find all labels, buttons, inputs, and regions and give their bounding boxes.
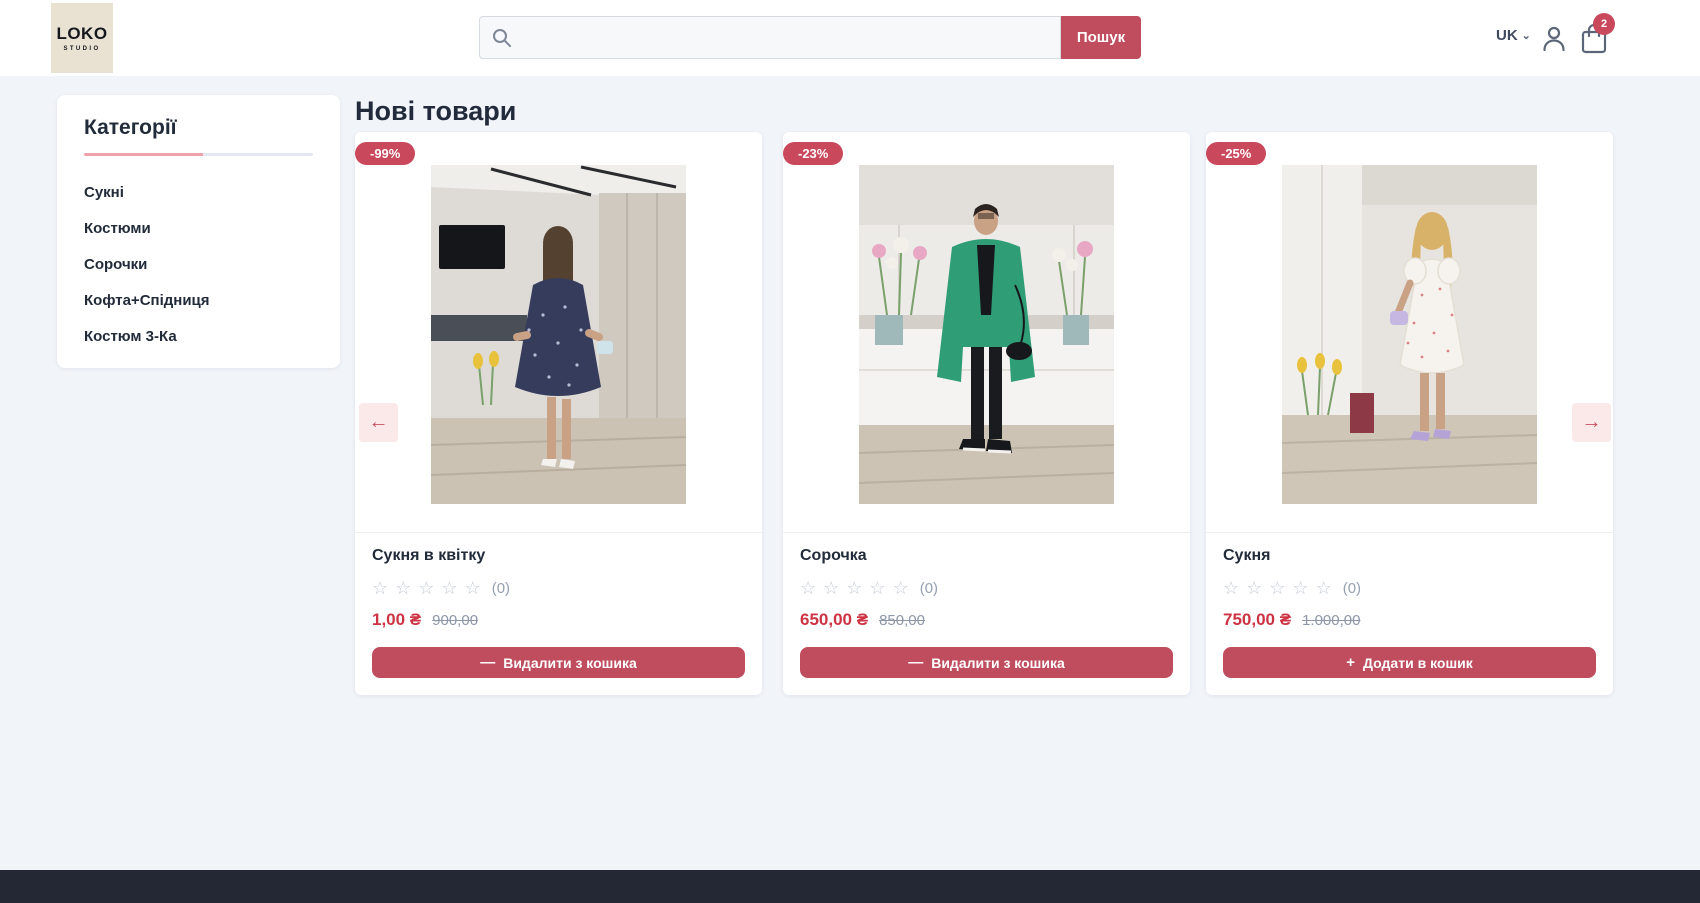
rating-count: (0) (492, 580, 510, 597)
star-icon: ☆ (372, 578, 388, 599)
product-info: Сукня ☆ ☆ ☆ ☆ ☆ (0) 750,00 ₴ 1.000,00 (1206, 533, 1613, 630)
sidebar-item-sorochky[interactable]: Сорочки (84, 247, 313, 283)
product-image-area[interactable]: -23% (783, 132, 1190, 533)
old-price: 900,00 (432, 612, 478, 629)
add-to-cart-button[interactable]: + Додати в кошик (1223, 647, 1596, 678)
price-row: 650,00 ₴ 850,00 (800, 610, 1173, 630)
logo-text: LOKO (56, 24, 107, 44)
product-info: Сорочка ☆ ☆ ☆ ☆ ☆ (0) 650,00 ₴ 850,00 (783, 533, 1190, 630)
rating: ☆ ☆ ☆ ☆ ☆ (0) (800, 578, 1173, 599)
current-price: 750,00 ₴ (1223, 610, 1291, 630)
current-price: 1,00 ₴ (372, 610, 421, 630)
price-row: 750,00 ₴ 1.000,00 (1223, 610, 1596, 630)
language-selector[interactable]: UK ⌄ (1496, 27, 1531, 44)
product-title[interactable]: Сукня в квітку (372, 547, 745, 565)
sidebar-item-kofta-spidnytsia[interactable]: Кофта+Спідниця (84, 283, 313, 319)
price-row: 1,00 ₴ 900,00 (372, 610, 745, 630)
product-image-area[interactable]: -99% (355, 132, 762, 533)
product-image (431, 165, 686, 504)
minus-icon: — (480, 654, 495, 671)
discount-badge: -23% (783, 142, 843, 165)
header: LOKO STUDIO Пошук UK ⌄ (0, 0, 1700, 76)
current-price: 650,00 ₴ (800, 610, 868, 630)
sidebar-item-sukni[interactable]: Сукні (84, 175, 313, 211)
logo[interactable]: LOKO STUDIO (51, 3, 113, 73)
star-icon: ☆ (418, 578, 434, 599)
product-info: Сукня в квітку ☆ ☆ ☆ ☆ ☆ (0) 1,00 ₴ 900,… (355, 533, 762, 630)
sidebar-item-kostyum-3ka[interactable]: Костюм 3-Ка (84, 319, 313, 355)
star-icon: ☆ (1246, 578, 1262, 599)
product-card[interactable]: -25% (1206, 132, 1613, 695)
star-icon: ☆ (465, 578, 481, 599)
product-image (1282, 165, 1537, 504)
star-icon: ☆ (800, 578, 816, 599)
rating-count: (0) (1343, 580, 1361, 597)
star-icon: ☆ (441, 578, 457, 599)
storefront-page: LOKO STUDIO Пошук UK ⌄ (0, 0, 1700, 903)
chevron-down-icon: ⌄ (1522, 29, 1531, 42)
carousel-prev-button[interactable]: ← (359, 403, 398, 442)
star-icon: ☆ (1316, 578, 1332, 599)
language-label: UK (1496, 27, 1518, 44)
old-price: 1.000,00 (1302, 612, 1360, 629)
star-icon: ☆ (1292, 578, 1308, 599)
minus-icon: — (908, 654, 923, 671)
button-label: Додати в кошик (1363, 655, 1473, 671)
product-card[interactable]: -99% (355, 132, 762, 695)
star-icon: ☆ (395, 578, 411, 599)
search-icon (491, 27, 512, 48)
product-image-area[interactable]: -25% (1206, 132, 1613, 533)
page-title: Нові товари (355, 96, 516, 127)
button-label: Видалити з кошика (503, 655, 637, 671)
categories-title: Категорії (84, 116, 313, 140)
sidebar-item-kostyumy[interactable]: Костюми (84, 211, 313, 247)
category-list: Сукні Костюми Сорочки Кофта+Спідниця Кос… (84, 175, 313, 355)
logo-subtext: STUDIO (63, 46, 100, 52)
star-icon: ☆ (823, 578, 839, 599)
discount-badge: -25% (1206, 142, 1266, 165)
search-bar: Пошук (479, 16, 1141, 59)
star-icon: ☆ (1269, 578, 1285, 599)
star-icon: ☆ (893, 578, 909, 599)
search-button[interactable]: Пошук (1061, 16, 1141, 59)
arrow-right-icon: → (1582, 411, 1602, 434)
old-price: 850,00 (879, 612, 925, 629)
cart-count-badge[interactable]: 2 (1593, 13, 1615, 35)
rating-count: (0) (920, 580, 938, 597)
product-card[interactable]: -23% (783, 132, 1190, 695)
discount-badge: -99% (355, 142, 415, 165)
footer (0, 870, 1700, 903)
search-input[interactable] (479, 16, 1061, 59)
product-image (859, 165, 1114, 504)
star-icon: ☆ (1223, 578, 1239, 599)
product-title[interactable]: Сукня (1223, 547, 1596, 565)
star-icon: ☆ (846, 578, 862, 599)
product-title[interactable]: Сорочка (800, 547, 1173, 565)
plus-icon: + (1346, 654, 1355, 671)
categories-panel: Категорії Сукні Костюми Сорочки Кофта+Сп… (57, 95, 340, 368)
carousel-next-button[interactable]: → (1572, 403, 1611, 442)
rating: ☆ ☆ ☆ ☆ ☆ (0) (372, 578, 745, 599)
button-label: Видалити з кошика (931, 655, 1065, 671)
remove-from-cart-button[interactable]: — Видалити з кошика (800, 647, 1173, 678)
remove-from-cart-button[interactable]: — Видалити з кошика (372, 647, 745, 678)
rating: ☆ ☆ ☆ ☆ ☆ (0) (1223, 578, 1596, 599)
arrow-left-icon: ← (369, 411, 389, 434)
account-icon[interactable] (1541, 24, 1567, 52)
title-underline (84, 153, 313, 156)
star-icon: ☆ (869, 578, 885, 599)
